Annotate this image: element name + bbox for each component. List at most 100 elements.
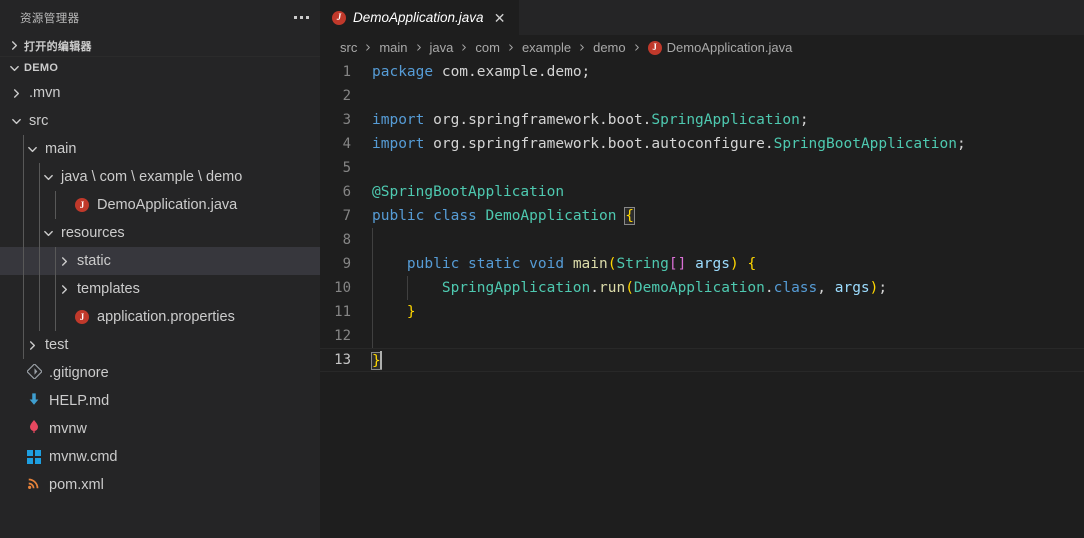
breadcrumb-item[interactable]: java	[430, 40, 454, 55]
code-line-content: SpringApplication.run(DemoApplication.cl…	[441, 280, 888, 296]
code-line[interactable]: 9 public static void main(String[] args)…	[320, 252, 1084, 276]
code-line[interactable]: 2	[320, 84, 1084, 108]
tree-item-label: java \ com \ example \ demo	[61, 169, 243, 185]
editor-tab-bar: J DemoApplication.java ✕	[320, 0, 1084, 35]
chevron-right-icon	[453, 43, 475, 52]
tree-item-mvn[interactable]: .mvn	[0, 79, 320, 107]
code-line[interactable]: 13}	[320, 348, 1084, 372]
tree-item-src[interactable]: src	[0, 107, 320, 135]
tree-item-templates[interactable]: templates	[0, 275, 320, 303]
line-number: 7	[342, 208, 351, 224]
file-icon-wrapper	[24, 362, 44, 383]
indent-guide	[23, 191, 24, 219]
breadcrumb: src main java com example demo J DemoApplicatio…	[320, 35, 1084, 60]
breadcrumb-item[interactable]: main	[379, 40, 407, 55]
line-number: 8	[342, 232, 351, 248]
java-icon: J	[75, 310, 89, 324]
chevron-down-icon[interactable]	[24, 144, 40, 155]
chevron-right-icon[interactable]	[24, 340, 40, 351]
indent-guide	[23, 303, 24, 331]
tree-item-static[interactable]: static	[0, 247, 320, 275]
gitignore-icon	[25, 362, 43, 383]
chevron-right-icon	[408, 43, 430, 52]
line-number: 10	[334, 280, 351, 296]
java-icon: J	[75, 198, 89, 212]
indent-guide	[23, 163, 24, 191]
breadcrumb-item[interactable]: com	[475, 40, 500, 55]
explorer-header: 资源管理器	[0, 0, 320, 35]
line-number: 13	[334, 352, 351, 368]
breadcrumb-item-label: DemoApplication.java	[666, 40, 793, 55]
chevron-right-icon	[626, 43, 648, 52]
chevron-down-icon[interactable]	[8, 116, 24, 127]
tree-item-mvnwcmd[interactable]: mvnw.cmd	[0, 443, 320, 471]
code-line[interactable]: 6 @SpringBootApplication	[320, 180, 1084, 204]
breadcrumb-item[interactable]: src	[340, 40, 357, 55]
chevron-down-icon[interactable]	[40, 172, 56, 183]
tree-item-label: mvnw.cmd	[49, 449, 118, 465]
indent-guide	[39, 247, 40, 275]
code-line[interactable]: 1 package com.example.demo;	[320, 60, 1084, 84]
chevron-right-icon[interactable]	[56, 256, 72, 267]
tree-item-label: src	[29, 113, 49, 129]
code-line-content: public static void main(String[] args) {	[406, 256, 757, 272]
tab-bar-empty-space	[518, 0, 1084, 35]
code-line-content: import org.springframework.boot.SpringAp…	[372, 112, 809, 128]
indent-guide	[39, 303, 40, 331]
chevron-down-icon[interactable]	[40, 228, 56, 239]
file-icon-wrapper	[24, 419, 44, 439]
code-line[interactable]: 10 SpringApplication.run(DemoApplication…	[320, 276, 1084, 300]
indent-guide	[39, 163, 40, 191]
breadcrumb-item[interactable]: demo	[593, 40, 626, 55]
tree-item-main[interactable]: main	[0, 135, 320, 163]
section-open-editors-label: 打开的编辑器	[24, 40, 92, 53]
tree-item-demoapplicationjava[interactable]: J DemoApplication.java	[0, 191, 320, 219]
ellipsis-icon[interactable]	[290, 8, 312, 28]
section-demo[interactable]: DEMO	[0, 57, 320, 79]
code-line[interactable]: 4 import org.springframework.boot.autocon…	[320, 132, 1084, 156]
breadcrumb-item-label: main	[379, 40, 408, 55]
chevron-down-icon	[6, 60, 22, 76]
code-line[interactable]: 7 public class DemoApplication {	[320, 204, 1084, 228]
tree-item-resources[interactable]: resources	[0, 219, 320, 247]
tree-item-gitignore[interactable]: .gitignore	[0, 359, 320, 387]
indent-guide	[407, 276, 408, 300]
tree-item-label: static	[77, 253, 111, 269]
tab-demoapplication-java[interactable]: J DemoApplication.java ✕	[320, 0, 519, 35]
line-number: 12	[334, 328, 351, 344]
code-editor[interactable]: 1 package com.example.demo; 2 3 import org.s…	[320, 60, 1084, 538]
section-open-editors[interactable]: 打开的编辑器	[0, 35, 320, 57]
tree-item-label: resources	[61, 225, 125, 241]
chevron-right-icon[interactable]	[56, 284, 72, 295]
tree-item-label: test	[45, 337, 69, 353]
tree-item-mvnw[interactable]: mvnw	[0, 415, 320, 443]
indent-guide	[39, 191, 40, 219]
tree-item-helpmd[interactable]: HELP.md	[0, 387, 320, 415]
breadcrumb-item-label: example	[521, 40, 572, 55]
code-line[interactable]: 12	[320, 324, 1084, 348]
indent-guide	[39, 275, 40, 303]
code-line[interactable]: 8	[320, 228, 1084, 252]
file-icon-wrapper	[24, 450, 44, 464]
code-line[interactable]: 5	[320, 156, 1084, 180]
tree-item-pomxml[interactable]: pom.xml	[0, 471, 320, 499]
section-demo-label: DEMO	[24, 62, 59, 74]
file-icon-wrapper	[24, 392, 44, 411]
code-line[interactable]: 3 import org.springframework.boot.SpringA…	[320, 108, 1084, 132]
close-icon[interactable]: ✕	[491, 9, 509, 27]
indent-guide	[39, 219, 40, 247]
line-number: 6	[342, 184, 351, 200]
breadcrumb-item-label: java	[429, 40, 454, 55]
tree-item-test[interactable]: test	[0, 331, 320, 359]
java-icon: J	[647, 40, 662, 55]
tree-item-label: pom.xml	[49, 477, 104, 493]
code-line[interactable]: 11 }	[320, 300, 1084, 324]
tree-item-label: application.properties	[97, 309, 235, 325]
breadcrumb-item[interactable]: example	[522, 40, 571, 55]
chevron-right-icon[interactable]	[8, 88, 24, 99]
breadcrumb-item[interactable]: J DemoApplication.java	[647, 40, 793, 55]
indent-guide	[55, 247, 56, 275]
tree-item-applicationproperties[interactable]: Japplication.properties	[0, 303, 320, 331]
tree-item-label: DemoApplication.java	[97, 197, 238, 213]
tree-item-java[interactable]: java \ com \ example \ demo	[0, 163, 320, 191]
